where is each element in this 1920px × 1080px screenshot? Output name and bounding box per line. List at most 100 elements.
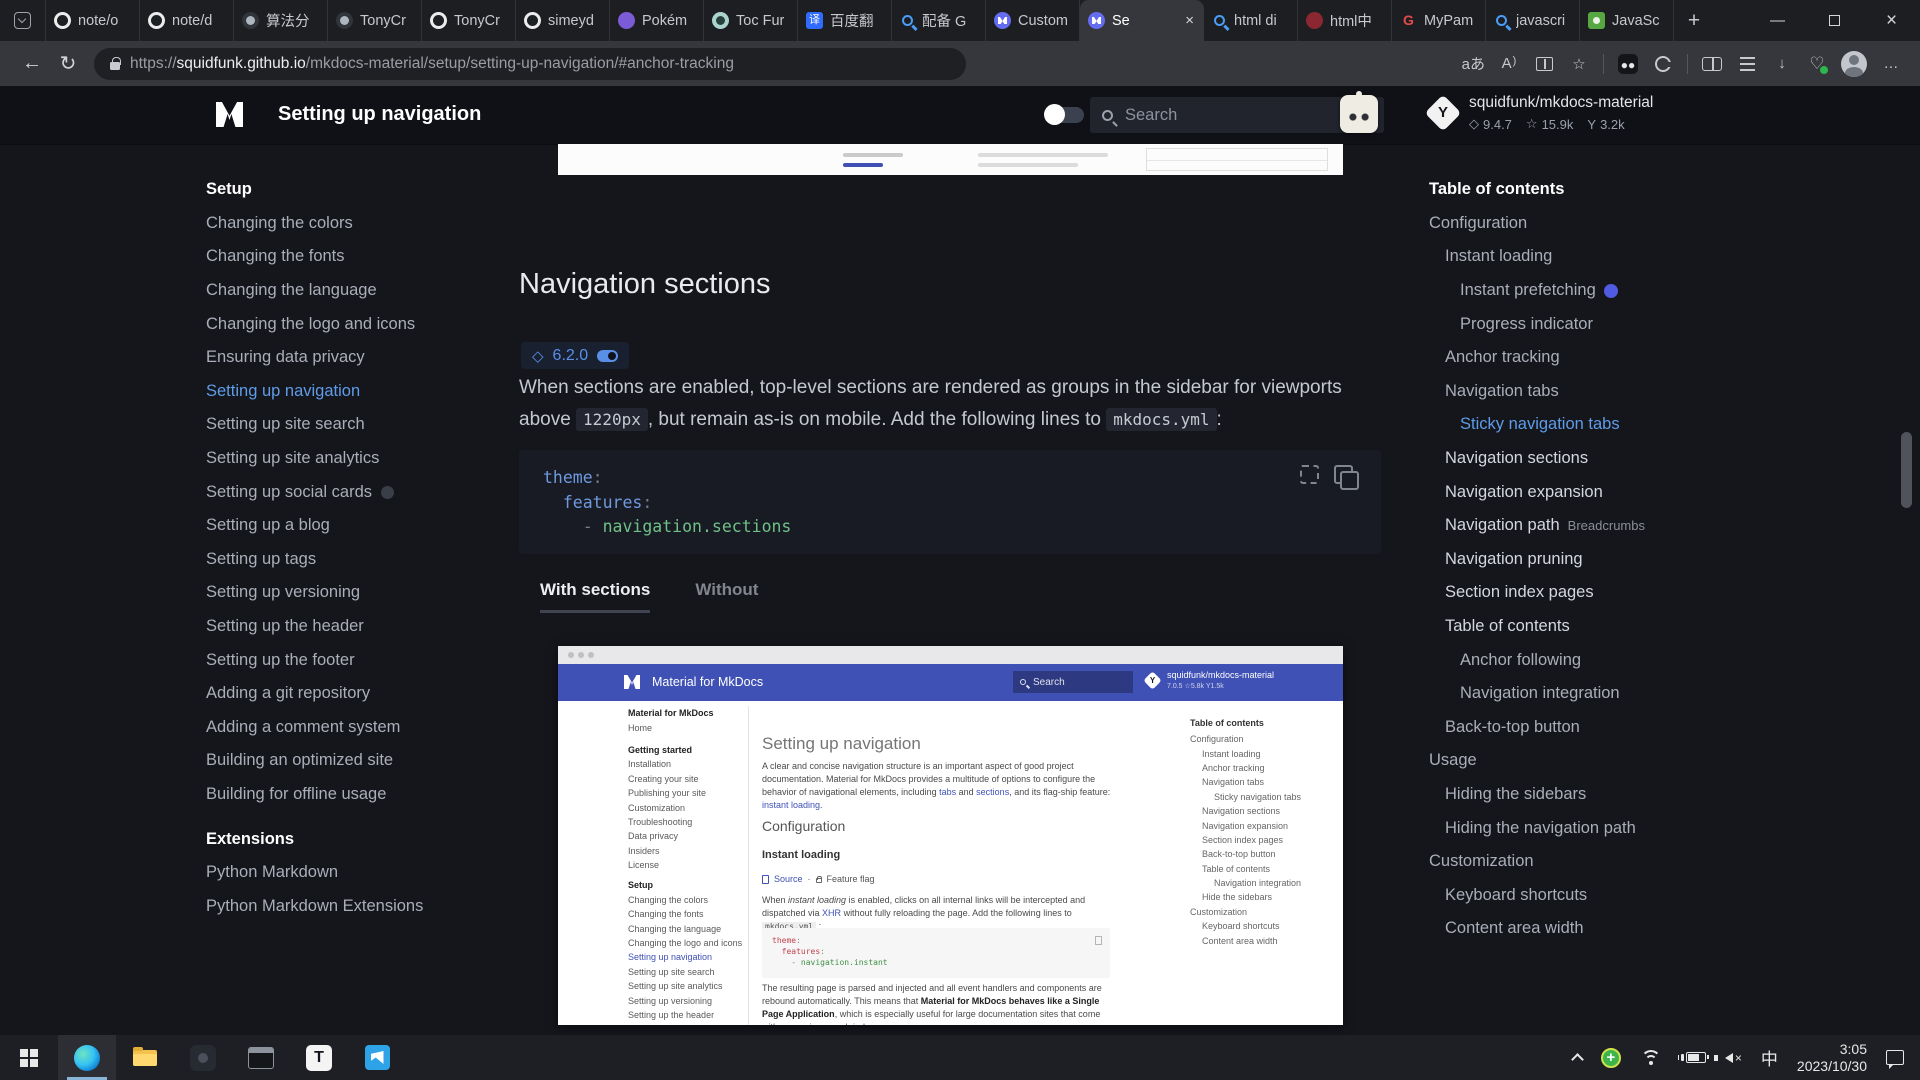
refresh-button[interactable]: ↻ xyxy=(50,51,86,76)
toc-item[interactable]: Hiding the navigation path xyxy=(1429,811,1694,845)
toc-item[interactable]: Navigation pathBreadcrumbs xyxy=(1429,509,1694,543)
taskbar-app-icon[interactable] xyxy=(174,1035,232,1080)
toc-item[interactable]: Table of contents xyxy=(1429,610,1694,644)
toc-item[interactable]: Instant prefetching xyxy=(1429,274,1694,308)
browser-essentials-icon[interactable]: ♡ xyxy=(1806,53,1828,75)
browser-tab[interactable]: TonyCr xyxy=(328,0,422,41)
sidebar-item[interactable]: Changing the language xyxy=(206,274,461,308)
copy-code-icon[interactable] xyxy=(1334,465,1353,484)
browser-tab-active[interactable]: Se× xyxy=(1080,0,1204,41)
sidebar-item[interactable]: Setting up a blog xyxy=(206,509,461,543)
toc-item[interactable]: Anchor tracking xyxy=(1429,341,1694,375)
sidebar-item[interactable]: Adding a comment system xyxy=(206,711,461,745)
sidebar-item[interactable]: Setting up navigation xyxy=(206,375,461,409)
browser-tab[interactable]: 算法分 xyxy=(234,0,328,41)
browser-tab[interactable]: html中 xyxy=(1298,0,1392,41)
minimize-button[interactable]: — xyxy=(1749,0,1806,41)
taskbar-edge-icon[interactable] xyxy=(58,1035,116,1080)
toolbar-divider[interactable] xyxy=(1687,54,1688,74)
browser-tab[interactable]: note/o xyxy=(46,0,140,41)
browser-tab[interactable]: html di xyxy=(1204,0,1298,41)
read-aloud-icon[interactable]: A xyxy=(1498,53,1520,75)
sidebar-item[interactable]: Changing the fonts xyxy=(206,240,461,274)
favorites-star-icon[interactable]: ☆ xyxy=(1568,53,1590,75)
sidebar-item[interactable]: Adding a git repository xyxy=(206,677,461,711)
select-code-icon[interactable] xyxy=(1300,465,1319,484)
sidebar-item[interactable]: Changing the logo and icons xyxy=(206,307,461,341)
toc-item[interactable]: Navigation expansion xyxy=(1429,475,1694,509)
new-tab-button[interactable]: + xyxy=(1674,0,1714,41)
toc-item[interactable]: Navigation integration xyxy=(1429,677,1694,711)
sidebar-item[interactable]: Setting up site search xyxy=(206,408,461,442)
tray-antivirus-icon[interactable]: + xyxy=(1601,1048,1621,1068)
sidebar-item[interactable]: Setting up site analytics xyxy=(206,442,461,476)
toc-item[interactable]: Content area width xyxy=(1429,912,1694,946)
toc-item[interactable]: Progress indicator xyxy=(1429,307,1694,341)
content-tab-with-sections[interactable]: With sections xyxy=(540,580,650,613)
toc-item[interactable]: Customization xyxy=(1429,845,1694,879)
toc-item[interactable]: Anchor following xyxy=(1429,643,1694,677)
immersive-translate-float-icon[interactable] xyxy=(1340,95,1378,133)
tray-notification-icon[interactable] xyxy=(1886,1050,1904,1065)
toc-item[interactable]: Navigation tabs xyxy=(1429,375,1694,409)
collections-icon[interactable] xyxy=(1736,53,1758,75)
split-screen-icon[interactable] xyxy=(1701,53,1723,75)
toc-item[interactable]: Keyboard shortcuts xyxy=(1429,878,1694,912)
sidebar-item[interactable]: Python Markdown Extensions xyxy=(206,889,461,923)
address-bar[interactable]: https://squidfunk.github.io/mkdocs-mater… xyxy=(94,48,966,80)
browser-tab[interactable]: MyPam xyxy=(1392,0,1486,41)
toc-item[interactable]: Sticky navigation tabs xyxy=(1429,408,1694,442)
page-scrollbar-thumb[interactable] xyxy=(1901,432,1912,508)
toc-item[interactable]: Navigation sections xyxy=(1429,442,1694,476)
taskbar-vscode-icon[interactable] xyxy=(348,1035,406,1080)
back-button[interactable]: ← xyxy=(14,52,50,75)
browser-tab[interactable]: JavaSc xyxy=(1580,0,1674,41)
downloads-icon[interactable]: ↓ xyxy=(1771,53,1793,75)
sidebar-item[interactable]: Building an optimized site xyxy=(206,744,461,778)
tray-volume-muted-icon[interactable]: × xyxy=(1725,1051,1742,1065)
toc-item[interactable]: Hiding the sidebars xyxy=(1429,778,1694,812)
tray-expand-icon[interactable] xyxy=(1571,1053,1584,1066)
toc-item[interactable]: Configuration xyxy=(1429,207,1694,241)
browser-tab[interactable]: 百度翻 xyxy=(798,0,892,41)
theme-toggle[interactable] xyxy=(1046,107,1084,123)
immersive-reader-icon[interactable] xyxy=(1533,53,1555,75)
start-button[interactable] xyxy=(0,1035,58,1080)
search-input[interactable] xyxy=(1125,106,1305,125)
settings-more-icon[interactable]: … xyxy=(1880,53,1902,75)
toc-item[interactable]: Navigation pruning xyxy=(1429,543,1694,577)
maximize-button[interactable] xyxy=(1806,0,1863,41)
sidebar-item[interactable]: Setting up the footer xyxy=(206,643,461,677)
sidebar-item[interactable]: Setting up versioning xyxy=(206,576,461,610)
taskbar-typora-icon[interactable]: T xyxy=(290,1035,348,1080)
browser-tab[interactable]: 配备 G xyxy=(892,0,986,41)
toc-item[interactable]: Back-to-top button xyxy=(1429,711,1694,745)
tray-ime-indicator[interactable]: 中 xyxy=(1761,1045,1778,1070)
content-tab-without[interactable]: Without xyxy=(695,580,758,613)
browser-tab[interactable]: simeyd xyxy=(516,0,610,41)
version-badge[interactable]: ◇ 6.2.0 xyxy=(521,342,629,369)
tab-actions-button[interactable] xyxy=(0,0,46,41)
tray-battery-icon[interactable] xyxy=(1681,1052,1706,1063)
sidebar-item[interactable]: Changing the colors xyxy=(206,207,461,241)
toc-item[interactable]: Section index pages xyxy=(1429,576,1694,610)
profile-avatar[interactable] xyxy=(1841,53,1867,75)
site-logo-icon[interactable] xyxy=(216,102,243,127)
translate-icon[interactable]: aあ xyxy=(1462,53,1485,75)
toolbar-divider[interactable] xyxy=(1603,54,1604,74)
browser-tab[interactable]: TonyCr xyxy=(422,0,516,41)
repo-link[interactable]: squidfunk/mkdocs-material ◇9.4.7 ☆15.9k … xyxy=(1430,94,1653,132)
close-button[interactable]: × xyxy=(1863,0,1920,41)
taskbar-terminal-icon[interactable] xyxy=(232,1035,290,1080)
extension-robot-icon[interactable] xyxy=(1617,53,1639,75)
tray-clock[interactable]: 3:052023/10/30 xyxy=(1797,1041,1867,1075)
tab-close-icon[interactable]: × xyxy=(1183,12,1196,29)
sidebar-item[interactable]: Setting up tags xyxy=(206,543,461,577)
sidebar-item[interactable]: Python Markdown xyxy=(206,856,461,890)
toc-item[interactable]: Usage xyxy=(1429,744,1694,778)
browser-tab[interactable]: Pokém xyxy=(610,0,704,41)
sidebar-item[interactable]: Building for offline usage xyxy=(206,778,461,812)
tray-wifi-icon[interactable] xyxy=(1640,1050,1662,1066)
browser-tab[interactable]: note/d xyxy=(140,0,234,41)
taskbar-file-explorer-icon[interactable] xyxy=(116,1035,174,1080)
